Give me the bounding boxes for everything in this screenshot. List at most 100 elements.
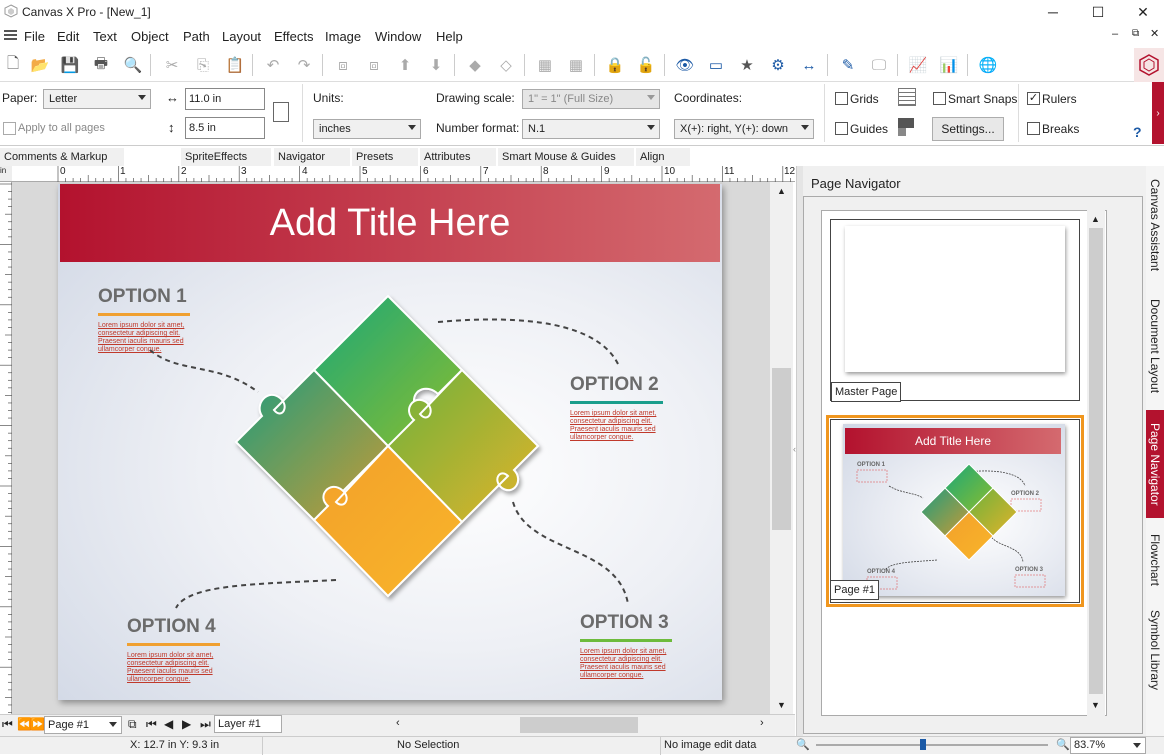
guides-icon[interactable] xyxy=(898,118,914,136)
layer-next-icon[interactable]: ▶ xyxy=(182,717,191,731)
tab-flowchart[interactable]: Flowchart xyxy=(1146,520,1164,600)
3d-globe-icon[interactable]: 🌐 xyxy=(975,52,1001,78)
nav-scroll-up-icon[interactable]: ▲ xyxy=(1091,214,1100,224)
edit-icon[interactable]: ✎ xyxy=(835,52,861,78)
tab-navigator[interactable]: Navigator xyxy=(274,148,350,166)
group-icon[interactable]: ◆ xyxy=(462,52,488,78)
breaks-checkbox[interactable] xyxy=(1027,122,1040,135)
doc-minimize-icon[interactable]: – xyxy=(1112,28,1118,40)
tab-comments-markup[interactable]: Comments & Markup xyxy=(0,148,124,166)
page-next-icon[interactable]: ⏩ xyxy=(30,717,45,731)
bring-to-front-icon[interactable]: ⧈ xyxy=(330,52,356,78)
scroll-down-icon[interactable]: ▼ xyxy=(777,700,786,710)
minimize-button[interactable]: ─ xyxy=(1030,0,1076,24)
copy-icon[interactable]: ⎘ xyxy=(190,52,216,78)
scroll-thumb[interactable] xyxy=(772,368,791,530)
tab-smart-mouse-guides[interactable]: Smart Mouse & Guides xyxy=(498,148,634,166)
hscroll-right-icon[interactable]: › xyxy=(760,717,764,729)
zoom-select[interactable]: 83.7% xyxy=(1070,737,1146,754)
lock-icon[interactable]: 🔒 xyxy=(602,52,628,78)
tab-canvas-assistant[interactable]: Canvas Assistant xyxy=(1146,166,1164,284)
smart-snaps-checkbox[interactable] xyxy=(933,92,946,105)
zoom-out-icon[interactable]: 🔍 xyxy=(796,738,810,751)
vertical-ruler[interactable] xyxy=(0,182,12,714)
units-select[interactable]: inches xyxy=(313,119,421,139)
apply-all-checkbox[interactable] xyxy=(3,122,16,135)
page-select[interactable]: Page #1 xyxy=(44,716,122,734)
menu-object[interactable]: Object xyxy=(131,29,169,44)
slide-page[interactable]: Add Title Here OPTION 1 Lorem ipsum dolo… xyxy=(58,184,722,700)
height-input[interactable]: 8.5 in xyxy=(185,117,265,139)
print-icon[interactable]: 🖶 xyxy=(88,52,114,78)
layer-tab[interactable]: Layer #1 xyxy=(214,715,282,733)
menu-window[interactable]: Window xyxy=(375,29,421,44)
hscroll-thumb[interactable] xyxy=(520,717,638,733)
zoom-slider-thumb[interactable] xyxy=(920,739,926,750)
send-backward-icon[interactable]: ⬇ xyxy=(423,52,449,78)
open-icon[interactable]: 📂 xyxy=(27,52,53,78)
effects-star-icon[interactable]: ★ xyxy=(734,52,760,78)
pages-icon[interactable]: ⧉ xyxy=(128,717,137,732)
splitter-arrow-icon[interactable]: ‹ xyxy=(793,444,796,454)
settings-button[interactable]: Settings... xyxy=(932,117,1004,141)
layer-last-icon[interactable]: ⏭ xyxy=(200,717,211,732)
menu-layout[interactable]: Layout xyxy=(222,29,261,44)
drawing-scale-select[interactable]: 1" = 1" (Full Size) xyxy=(522,89,660,109)
guides-checkbox[interactable] xyxy=(835,122,848,135)
expand-panel-icon[interactable]: › xyxy=(1152,82,1164,144)
zoom-slider-track[interactable] xyxy=(816,744,1048,746)
page-first-icon[interactable]: ⏮ xyxy=(2,717,13,732)
combine-icon[interactable]: ▦ xyxy=(532,52,558,78)
close-button[interactable]: ✕ xyxy=(1120,0,1164,24)
page-orientation-icon[interactable] xyxy=(273,102,289,122)
tab-spriteeffects[interactable]: SpriteEffects xyxy=(181,148,271,166)
tab-attributes[interactable]: Attributes xyxy=(420,148,496,166)
document-canvas[interactable]: Add Title Here OPTION 1 Lorem ipsum dolo… xyxy=(12,182,770,714)
layer-first-icon[interactable]: ⏮ xyxy=(146,717,157,732)
hamburger-icon[interactable] xyxy=(4,30,17,41)
tab-symbol-library[interactable]: Symbol Library xyxy=(1146,600,1164,700)
zoom-in-icon[interactable]: 🔍 xyxy=(1056,738,1070,751)
save-icon[interactable]: 💾 xyxy=(57,52,83,78)
bar-chart-icon[interactable]: 📊 xyxy=(936,52,962,78)
ungroup-icon[interactable]: ◇ xyxy=(493,52,519,78)
nav-scroll-thumb[interactable] xyxy=(1089,228,1103,694)
puzzle-graphic[interactable] xyxy=(58,184,722,700)
send-to-back-icon[interactable]: ⧈ xyxy=(361,52,387,78)
redo-icon[interactable]: ↷ xyxy=(291,52,317,78)
number-format-select[interactable]: N.1 xyxy=(522,119,660,139)
monitor-icon[interactable]: 🖵 xyxy=(866,52,892,78)
maximize-button[interactable]: ☐ xyxy=(1075,0,1121,24)
scroll-up-icon[interactable]: ▲ xyxy=(777,186,786,196)
doc-close-icon[interactable]: ✕ xyxy=(1150,27,1159,40)
bring-forward-icon[interactable]: ⬆ xyxy=(392,52,418,78)
coordinates-select[interactable]: X(+): right, Y(+): down xyxy=(674,119,814,139)
preview-eye-icon[interactable]: 👁 xyxy=(672,52,698,78)
doc-restore-icon[interactable]: ⧉ xyxy=(1132,28,1139,39)
menu-file[interactable]: File xyxy=(24,29,45,44)
tab-page-navigator[interactable]: Page Navigator xyxy=(1146,410,1164,518)
menu-help[interactable]: Help xyxy=(436,29,463,44)
grid-settings-icon[interactable] xyxy=(898,88,916,106)
width-input[interactable]: 11.0 in xyxy=(185,88,265,110)
canvas-vertical-scrollbar[interactable]: ▲ ▼ xyxy=(770,182,793,714)
tab-document-layout[interactable]: Document Layout xyxy=(1146,284,1164,408)
hscroll-left-icon[interactable]: ‹ xyxy=(396,717,400,729)
menu-path[interactable]: Path xyxy=(183,29,210,44)
paper-select[interactable]: Letter xyxy=(43,89,151,109)
print-preview-icon[interactable]: 🔍 xyxy=(120,52,146,78)
cut-icon[interactable]: ✂ xyxy=(159,52,185,78)
nav-scroll-down-icon[interactable]: ▼ xyxy=(1091,700,1100,710)
tab-align[interactable]: Align xyxy=(636,148,690,166)
horizontal-ruler[interactable]: in 0 1 2 3 4 5 6 7 8 9 10 11 12 xyxy=(0,166,795,182)
new-document-icon[interactable]: 🗋 xyxy=(0,52,26,78)
split-icon[interactable]: ▦ xyxy=(563,52,589,78)
paste-icon[interactable]: 📋 xyxy=(222,52,248,78)
layer-prev-icon[interactable]: ◀ xyxy=(164,717,173,731)
unlock-icon[interactable]: 🔓 xyxy=(633,52,659,78)
tab-presets[interactable]: Presets xyxy=(352,148,418,166)
settings-gear-icon[interactable]: ⚙ xyxy=(765,52,791,78)
page1-thumbnail[interactable]: Add Title Here OPTION 1 OPTION 2 OPTION … xyxy=(826,415,1084,607)
menu-effects[interactable]: Effects xyxy=(274,29,314,44)
master-page-thumbnail[interactable]: Master Page xyxy=(830,219,1080,402)
